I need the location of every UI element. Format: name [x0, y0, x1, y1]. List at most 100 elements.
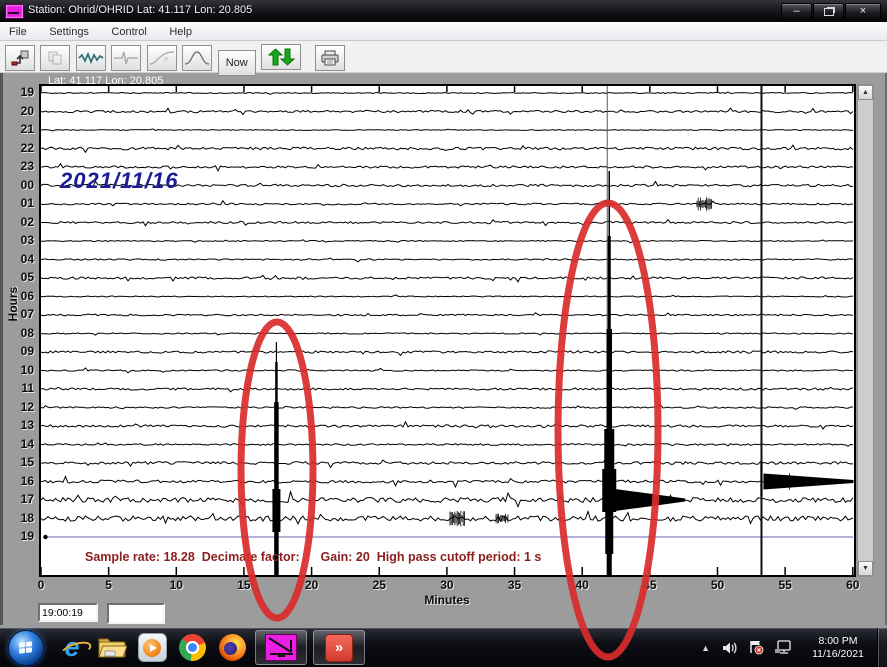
hour-label: 06 [6, 289, 34, 303]
acquisition-info-line: Sample rate: 18.28 Decimate factor: Gain… [85, 550, 541, 564]
hour-label: 08 [6, 326, 34, 340]
hour-label: 15 [6, 455, 34, 469]
minute-tick-label: 15 [229, 578, 259, 592]
network-icon [774, 640, 792, 655]
hour-label: 23 [6, 159, 34, 173]
menu-control[interactable]: Control [102, 24, 155, 38]
hour-label: 00 [6, 178, 34, 192]
scroll-down-arrow[interactable]: ▼ [858, 561, 873, 576]
clock-date: 11/16/2021 [805, 648, 871, 661]
up-down-arrows-icon [266, 48, 296, 66]
hour-label: 09 [6, 344, 34, 358]
taskbar-windows-explorer[interactable] [92, 628, 132, 667]
minute-tick-label: 40 [567, 578, 597, 592]
hour-label: 19 [6, 529, 34, 543]
hour-label: 05 [6, 270, 34, 284]
seismogram-button[interactable] [111, 45, 141, 71]
taskbar-media-player[interactable] [132, 628, 172, 667]
close-icon: × [860, 6, 866, 17]
minute-tick-label: 20 [297, 578, 327, 592]
app-icon [5, 4, 24, 19]
taskbar-seismograph-app[interactable] [255, 630, 307, 665]
restore-button[interactable] [813, 3, 844, 20]
waveform-icon [78, 50, 104, 66]
seismograph-app-icon [265, 634, 297, 661]
minute-tick-label: 50 [703, 578, 733, 592]
hour-label: 01 [6, 196, 34, 210]
hour-label: 21 [6, 122, 34, 136]
seismogram-icon [113, 50, 139, 66]
hour-label: 02 [6, 215, 34, 229]
tray-clock[interactable]: 8:00 PM 11/16/2021 [797, 635, 877, 661]
network-button[interactable] [769, 640, 797, 655]
minute-tick-label: 25 [364, 578, 394, 592]
start-button[interactable] [8, 630, 44, 666]
filter-response-icon: P [149, 50, 175, 66]
taskbar-remote-desktop-app[interactable]: » [313, 630, 365, 665]
aux-input[interactable] [107, 603, 165, 624]
open-record-icon [11, 50, 29, 66]
taskbar: e » [0, 628, 887, 667]
speaker-icon [722, 641, 738, 655]
panel-edge [0, 72, 3, 625]
taskbar-internet-explorer[interactable]: e [52, 628, 92, 667]
minimize-icon: – [793, 6, 799, 17]
menu-help[interactable]: Help [160, 24, 201, 38]
current-time-input[interactable] [38, 603, 98, 622]
system-tray: ▲ [694, 628, 887, 667]
waveform-button[interactable] [76, 45, 106, 71]
hour-label: 11 [6, 381, 34, 395]
show-desktop-button[interactable] [877, 628, 887, 667]
volume-button[interactable] [717, 641, 743, 655]
windows-logo-icon [19, 641, 32, 653]
print-button[interactable] [315, 45, 345, 71]
hour-label: 14 [6, 437, 34, 451]
hour-label: 13 [6, 418, 34, 432]
flag-alert-icon [748, 640, 764, 655]
printer-icon [320, 50, 340, 66]
minute-tick-label: 30 [432, 578, 462, 592]
close-button[interactable]: × [845, 3, 881, 20]
helicorder-panel: Lat: 41.117 Lon: 20.805 Hours 1920212223… [0, 72, 887, 625]
menu-bar: File Settings Control Help [0, 22, 887, 41]
clock-time: 8:00 PM [805, 635, 871, 648]
hour-label: 19 [6, 85, 34, 99]
hour-label: 16 [6, 474, 34, 488]
minimize-button[interactable]: – [781, 3, 812, 20]
copy-record-button[interactable] [40, 45, 70, 71]
toolbar: P Now [0, 41, 887, 73]
menu-settings[interactable]: Settings [40, 24, 98, 38]
hour-label: 17 [6, 492, 34, 506]
date-annotation: 2021/11/16 [60, 168, 178, 194]
chrome-icon [179, 634, 206, 661]
menu-file[interactable]: File [0, 24, 36, 38]
open-record-button[interactable] [5, 45, 35, 71]
minute-tick-label: 0 [26, 578, 56, 592]
spectrum-button[interactable] [182, 45, 212, 71]
x-axis-title: Minutes [407, 593, 487, 607]
trace-canvas [41, 86, 854, 575]
scroll-up-arrow[interactable]: ▲ [858, 85, 873, 100]
hour-label: 18 [6, 511, 34, 525]
taskbar-firefox[interactable] [212, 628, 252, 667]
copy-record-icon [47, 50, 63, 66]
now-button[interactable]: Now [218, 50, 256, 76]
spectrum-bell-icon [184, 50, 210, 66]
filter-response-button[interactable]: P [147, 45, 177, 71]
minute-tick-label: 5 [94, 578, 124, 592]
folder-icon [97, 636, 127, 660]
media-player-icon [138, 633, 167, 662]
hour-label: 12 [6, 400, 34, 414]
title-bar: Station: Ohrid/OHRID Lat: 41.117 Lon: 20… [0, 0, 887, 22]
show-hidden-icons-button[interactable]: ▲ [694, 643, 717, 653]
restore-icon [824, 8, 834, 16]
internet-explorer-icon: e [64, 634, 79, 661]
seismogram-plot: 2021/11/16 Sample rate: 18.28 Decimate f… [39, 84, 856, 577]
action-center-button[interactable] [743, 640, 769, 655]
hour-label: 04 [6, 252, 34, 266]
hour-label: 22 [6, 141, 34, 155]
hour-label: 07 [6, 307, 34, 321]
scroll-updown-button[interactable] [261, 44, 301, 70]
taskbar-chrome[interactable] [172, 628, 212, 667]
vertical-scrollbar[interactable]: ▲ ▼ [857, 84, 874, 577]
